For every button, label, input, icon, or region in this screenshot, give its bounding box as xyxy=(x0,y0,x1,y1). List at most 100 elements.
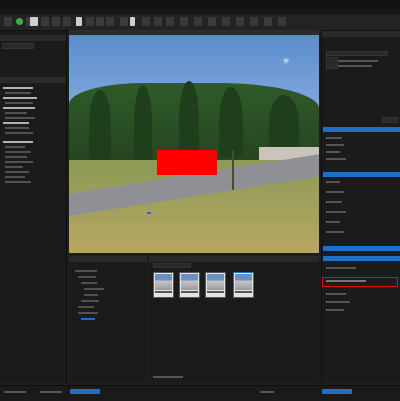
tree-item[interactable] xyxy=(5,161,33,163)
play-icon[interactable] xyxy=(16,18,23,25)
scene-viewport[interactable]: ✳ xyxy=(69,35,319,253)
tree-item[interactable] xyxy=(3,97,37,99)
highlighted-property-row[interactable] xyxy=(322,277,398,287)
section-header[interactable] xyxy=(323,246,400,251)
page-icon[interactable] xyxy=(30,17,38,26)
gizmo-marker[interactable] xyxy=(147,212,151,214)
layout-icon[interactable] xyxy=(96,17,104,26)
outliner-search-input[interactable] xyxy=(2,43,34,49)
status-label xyxy=(40,391,62,393)
content-browser-panel xyxy=(149,256,319,383)
content-folder-tree-panel xyxy=(69,256,147,383)
physics-icon[interactable] xyxy=(250,17,258,26)
light-icon[interactable] xyxy=(180,17,188,26)
property-label xyxy=(326,267,356,269)
tree-item[interactable] xyxy=(3,107,35,109)
tree xyxy=(134,85,152,160)
asset-thumbnail[interactable] xyxy=(205,272,226,298)
thumbnail-image xyxy=(235,274,252,290)
asset-thumbnail[interactable] xyxy=(153,272,174,298)
hierarchy-header xyxy=(0,77,66,83)
rotate-icon[interactable] xyxy=(52,17,60,26)
folder-item[interactable] xyxy=(81,282,97,284)
tree-item[interactable] xyxy=(5,171,29,173)
section-header[interactable] xyxy=(323,127,400,132)
thumbnail-label xyxy=(207,291,224,293)
property-label xyxy=(326,181,340,183)
asset-thumbnail-selected[interactable] xyxy=(233,272,254,298)
properties-panel xyxy=(321,31,400,383)
folder-item[interactable] xyxy=(81,300,99,302)
compass-icon[interactable]: ✳ xyxy=(281,57,291,67)
frame-icon[interactable] xyxy=(106,17,114,26)
content-drawer-button[interactable] xyxy=(70,389,100,394)
tree-item[interactable] xyxy=(5,151,31,153)
script-icon[interactable] xyxy=(264,17,272,26)
highlighted-property-label xyxy=(326,280,366,282)
tree-item[interactable] xyxy=(5,181,31,183)
terrain-icon[interactable] xyxy=(194,17,202,26)
property-label xyxy=(326,137,342,139)
move-icon[interactable] xyxy=(41,17,49,26)
property-label xyxy=(326,211,346,213)
settings-icon[interactable] xyxy=(278,17,286,26)
tree-item[interactable] xyxy=(5,132,33,134)
tree-item[interactable] xyxy=(5,176,25,178)
content-header xyxy=(69,256,147,262)
file-icon[interactable] xyxy=(4,17,12,26)
folder-item[interactable] xyxy=(78,306,94,308)
tree xyxy=(219,87,243,157)
tree-item[interactable] xyxy=(5,166,23,168)
thumbnail-image xyxy=(181,274,198,290)
folder-item[interactable] xyxy=(84,294,98,296)
filter-field[interactable] xyxy=(382,117,398,123)
snap-icon[interactable] xyxy=(76,17,82,26)
tree-item[interactable] xyxy=(5,146,25,148)
pan-icon[interactable] xyxy=(142,17,150,26)
status-label xyxy=(260,391,274,393)
grid-icon[interactable] xyxy=(86,17,94,26)
properties-header xyxy=(322,31,400,37)
property-label xyxy=(326,158,346,160)
tree-item[interactable] xyxy=(3,122,29,124)
audio-icon[interactable] xyxy=(236,17,244,26)
asset-preview xyxy=(326,57,338,69)
browser-search-input[interactable] xyxy=(153,263,191,268)
arrow-icon[interactable] xyxy=(120,17,128,26)
tree-item[interactable] xyxy=(5,127,29,129)
camera-icon[interactable] xyxy=(208,17,216,26)
item-count-label xyxy=(153,376,183,378)
property-search-input[interactable] xyxy=(326,51,388,56)
tree-item[interactable] xyxy=(3,141,33,143)
thumbnail-label xyxy=(155,291,172,293)
asset-thumbnail[interactable] xyxy=(179,272,200,298)
property-label xyxy=(326,231,344,233)
status-label xyxy=(4,391,26,393)
asset-name xyxy=(338,60,378,62)
orbit-icon[interactable] xyxy=(166,17,174,26)
status-bar xyxy=(0,385,400,401)
cursor-icon[interactable] xyxy=(130,17,135,26)
folder-item-selected[interactable] xyxy=(81,318,95,320)
asset-path xyxy=(338,65,372,67)
scale-icon[interactable] xyxy=(63,17,71,26)
tree-item[interactable] xyxy=(5,112,27,114)
folder-item[interactable] xyxy=(78,276,96,278)
tree-item[interactable] xyxy=(5,117,35,119)
tree xyxy=(89,90,111,160)
red-sign-object[interactable] xyxy=(157,150,217,175)
folder-item[interactable] xyxy=(75,270,97,272)
folder-item[interactable] xyxy=(78,312,98,314)
tree-item[interactable] xyxy=(5,156,27,158)
tree-item[interactable] xyxy=(3,87,33,89)
pole xyxy=(232,150,234,190)
particle-icon[interactable] xyxy=(222,17,230,26)
section-header[interactable] xyxy=(323,256,400,261)
browser-header xyxy=(149,256,319,262)
section-header[interactable] xyxy=(323,172,400,177)
derived-data-button[interactable] xyxy=(322,389,352,394)
tree-item[interactable] xyxy=(5,102,33,104)
tree-item[interactable] xyxy=(5,92,31,94)
folder-item[interactable] xyxy=(84,288,104,290)
zoom-icon[interactable] xyxy=(154,17,162,26)
